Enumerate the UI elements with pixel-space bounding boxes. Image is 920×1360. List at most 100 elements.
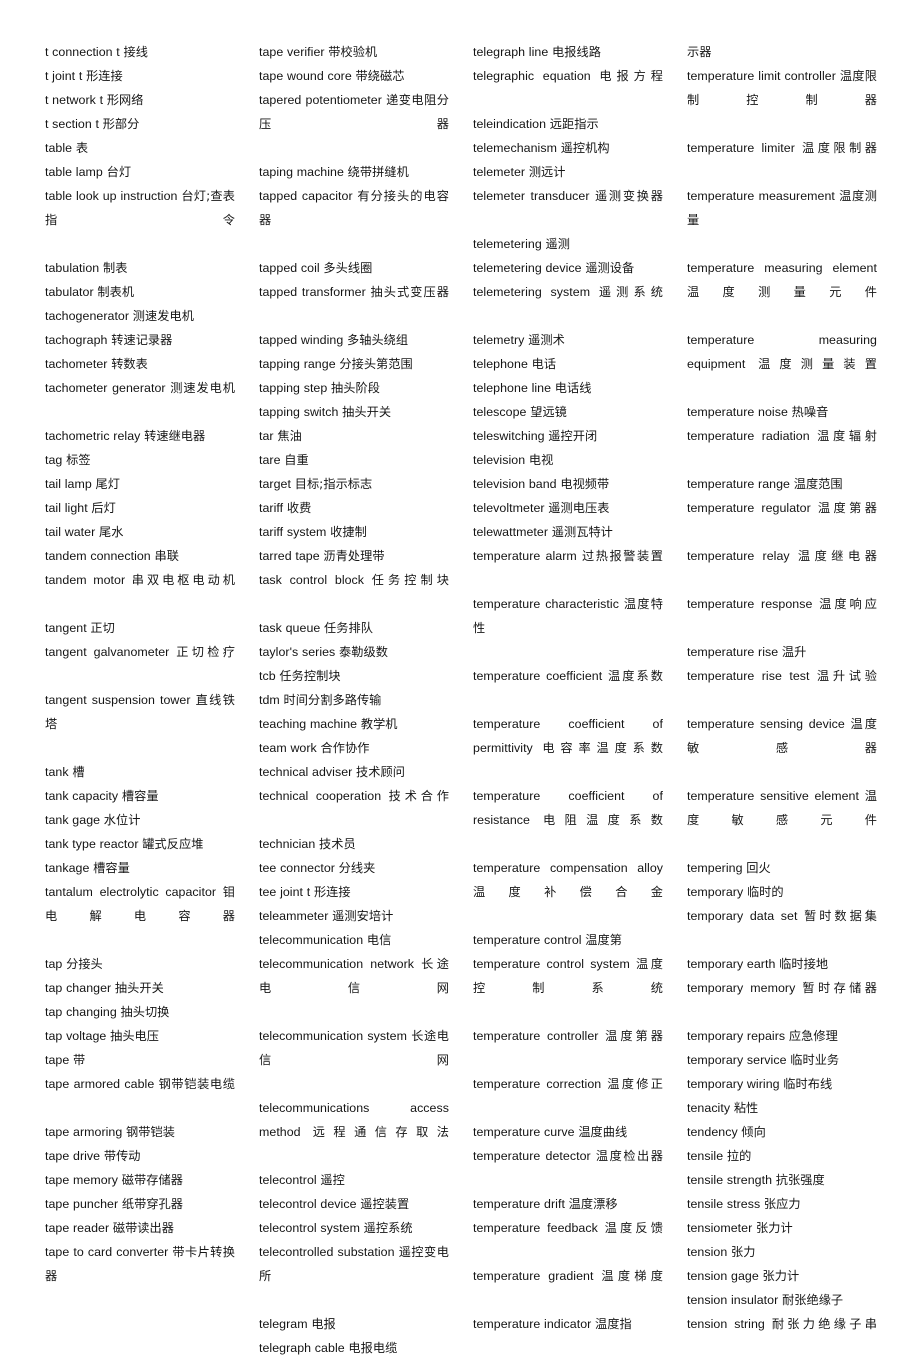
entry-term: temperature control [473,933,582,947]
entry-term: tcb [259,669,276,683]
glossary-entry: tangent 正切 [45,616,235,640]
entry-term: tapped winding [259,333,344,347]
glossary-entry: telecommunication network 长途电信网 [259,952,449,1024]
glossary-entry: telemetering 遥测 [473,232,663,256]
entry-term: television band [473,477,557,491]
glossary-entry: temperature alarm 过热报警装置 [473,544,663,592]
entry-definition: 温度梯度 [601,1269,663,1283]
entry-definition: 槽 [72,765,85,779]
entry-term: temporary [687,885,744,899]
entry-definition: 暂时存储器 [802,981,878,995]
entry-term: tank capacity [45,789,119,803]
entry-definition: 电报 [311,1317,336,1331]
entry-term: temperature range [687,477,790,491]
glossary-entry: telemeter transducer 遥测变换器 [473,184,663,232]
glossary-entry: tank capacity 槽容量 [45,784,235,808]
glossary-entry: temperature response 温度响应 [687,592,877,640]
glossary-entry: tenacity 粘性 [687,1096,877,1120]
entry-definition: 抽头开关 [342,405,392,419]
entry-term: television [473,453,526,467]
glossary-entry: temperature limit controller 温度限制控制器 [687,64,877,136]
glossary-entry: temporary wiring 临时布线 [687,1072,877,1096]
entry-term: tariff [259,501,284,515]
entry-definition: 电视 [528,453,554,467]
entry-definition: 温度第 [585,933,623,947]
glossary-entry: 示器 [687,40,877,64]
entry-term: telecommunication [259,933,364,947]
glossary-entry: tape verifier 带校验机 [259,40,449,64]
glossary-entry: tap 分接头 [45,952,235,976]
glossary-entry: temporary earth 临时接地 [687,952,877,976]
entry-term: televoltmeter [473,501,545,515]
glossary-entry: tare 自重 [259,448,449,472]
entry-definition: 形部分 [102,117,140,131]
entry-term: tape verifier [259,45,325,59]
entry-term: temperature gradient [473,1269,594,1283]
entry-definition: 应急修理 [788,1029,838,1043]
entry-definition: 分线夹 [338,861,376,875]
entry-term: telemetering device [473,261,582,275]
entry-term: t joint t [45,69,83,83]
entry-term: temporary wiring [687,1077,780,1091]
glossary-column-1: t connection t 接线 t joint t 形连接 t network … [45,40,235,1283]
glossary-entry: tensile strength 抗张强度 [687,1168,877,1192]
entry-definition: 钢带铠装电缆 [158,1077,235,1091]
entry-term: tapped transformer [259,285,366,299]
entry-term: temperature alarm [473,549,577,563]
entry-definition: 正切检疗 [176,645,235,659]
entry-term: tachogenerator [45,309,130,323]
glossary-entry: temperature measuring equipment 温度测量装置 [687,328,877,400]
entry-term: tape armoring [45,1125,123,1139]
entry-definition: 张力计 [756,1221,793,1235]
entry-definition: 磁带读出器 [112,1221,175,1235]
entry-term: tape memory [45,1173,119,1187]
entry-definition: 温度响应 [819,597,877,611]
entry-term: table look up instruction [45,189,178,203]
glossary-entry: temperature sensitive element 温度敏感元件 [687,784,877,856]
glossary-entry: temperature indicator 温度指 [473,1312,663,1336]
entry-term: temperature feedback [473,1221,598,1235]
glossary-entry: temperature limiter 温度限制器 [687,136,877,184]
glossary-entry: temperature compensation alloy 温度补偿合金 [473,856,663,928]
glossary-entry: temperature rise 温升 [687,640,877,664]
glossary-entry: telecontrol system 遥控系统 [259,1216,449,1240]
entry-term: temperature relay [687,549,790,563]
glossary-entry: tape memory 磁带存储器 [45,1168,235,1192]
glossary-entry: televoltmeter 遥测电压表 [473,496,663,520]
entry-term: temperature limiter [687,141,795,155]
glossary-entry: tandem motor 串双电枢电动机 [45,568,235,616]
glossary-entry: target 目标;指示标志 [259,472,449,496]
glossary-entry: telecommunication 电信 [259,928,449,952]
entry-term: temperature control system [473,957,630,971]
glossary-entry: temperature controller 温度第器 [473,1024,663,1072]
entry-definition: 温度反馈 [604,1221,663,1235]
entry-term: temperature drift [473,1197,565,1211]
entry-term: telegram [259,1317,308,1331]
glossary-entry: tabulator 制表机 [45,280,235,304]
entry-definition: 温升 [781,645,807,659]
entry-definition: 测速发电机 [132,309,194,323]
entry-term: telecontrolled substation [259,1245,395,1259]
entry-definition: 带传动 [103,1149,141,1163]
entry-term: telephone line [473,381,552,395]
glossary-entry: tag 标签 [45,448,235,472]
glossary-entry: task control block 任务控制块 [259,568,449,616]
entry-term: tensile stress [687,1197,761,1211]
entry-term: tachometer generator [45,381,166,395]
entry-definition: 电报方程 [599,69,663,83]
glossary-entry: tape armored cable 钢带铠装电缆 [45,1072,235,1120]
entry-definition: 教学机 [360,717,398,731]
entry-definition: 远程通信存取法 [312,1125,449,1139]
glossary-entry: tap changer 抽头开关 [45,976,235,1000]
entry-term: tachograph [45,333,108,347]
entry-term: temperature noise [687,405,788,419]
entry-term: tensile strength [687,1173,773,1187]
entry-term: tail lamp [45,477,92,491]
glossary-entry: tendency 倾向 [687,1120,877,1144]
glossary-entry: temperature coefficient 温度系数 [473,664,663,712]
entry-term: temperature response [687,597,813,611]
entry-definition: 罐式反应堆 [142,837,204,851]
entry-definition: 遥控开闭 [548,429,598,443]
glossary-column-4: 示器 temperature limit controller 温度限制控制器 te… [687,40,878,1331]
entry-term: t section t [45,117,99,131]
